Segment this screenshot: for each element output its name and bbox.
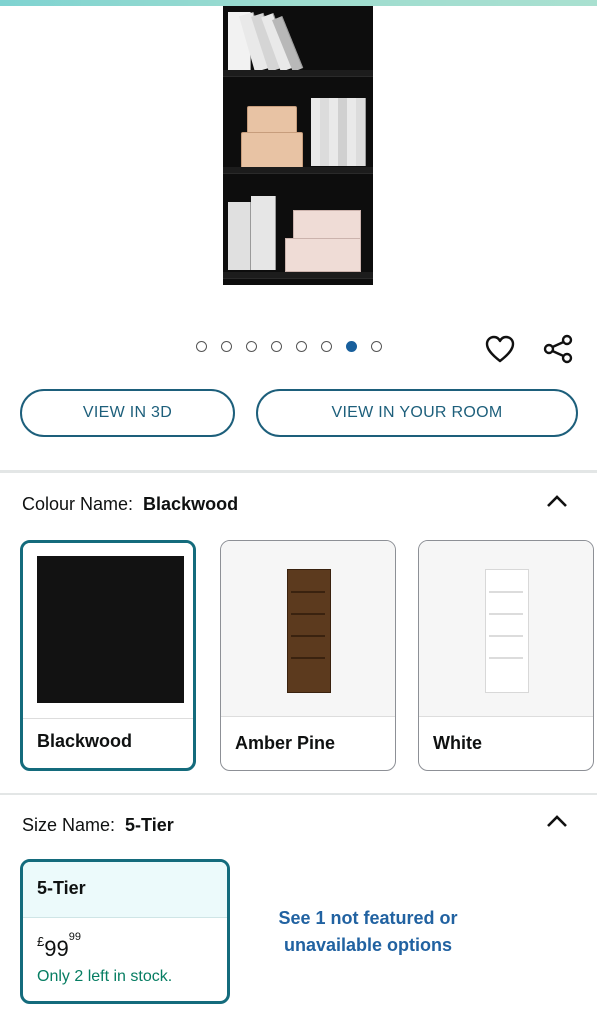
carousel-dot[interactable] [371,341,382,352]
colour-option-name: White [433,733,482,753]
section-divider [0,793,597,795]
heart-icon[interactable] [483,332,517,366]
share-icon[interactable] [541,332,575,366]
product-image[interactable] [223,6,373,285]
carousel-dot[interactable] [296,341,307,352]
colour-option-white[interactable]: White [418,540,594,771]
carousel-indicators [196,341,382,352]
carousel-dot[interactable] [271,341,282,352]
view-in-your-room-button[interactable]: VIEW IN YOUR ROOM [256,389,578,437]
size-selected-value: 5-Tier [125,815,174,835]
colour-label-text: Colour Name: [22,494,134,514]
view-in-3d-button[interactable]: VIEW IN 3D [20,389,235,437]
carousel-dot[interactable] [196,341,207,352]
colour-option-blackwood[interactable]: Blackwood [20,540,196,771]
amber-pine-swatch-image [221,541,395,717]
blackwood-swatch-image [37,556,184,703]
colour-option-name: Blackwood [37,731,133,751]
size-option-name: 5-Tier [23,862,227,918]
price-fraction: 99 [68,931,81,943]
carousel-dot[interactable] [346,341,357,352]
price: £9999 [37,931,81,962]
carousel-dot[interactable] [221,341,232,352]
see-unavailable-options-link[interactable]: See 1 not featured or unavailable option… [246,905,490,959]
chevron-up-icon[interactable] [545,813,569,829]
colour-option-name: Amber Pine [235,733,336,753]
colour-name-label: Colour Name: Blackwood [22,494,238,515]
white-swatch-image [419,541,593,717]
price-currency: £ [37,934,45,949]
carousel-dot[interactable] [321,341,332,352]
chevron-up-icon[interactable] [545,493,569,509]
colour-selected-value: Blackwood [143,494,239,514]
stock-status: Only 2 left in stock. [37,968,173,985]
size-option-5-tier[interactable]: 5-Tier £9999 Only 2 left in stock. [20,859,230,1004]
price-whole: 99 [44,936,69,961]
size-name-label: Size Name: 5-Tier [22,815,174,836]
carousel-dot[interactable] [246,341,257,352]
section-divider [0,470,597,473]
size-label-text: Size Name: [22,815,116,835]
colour-option-amber-pine[interactable]: Amber Pine [220,540,396,771]
